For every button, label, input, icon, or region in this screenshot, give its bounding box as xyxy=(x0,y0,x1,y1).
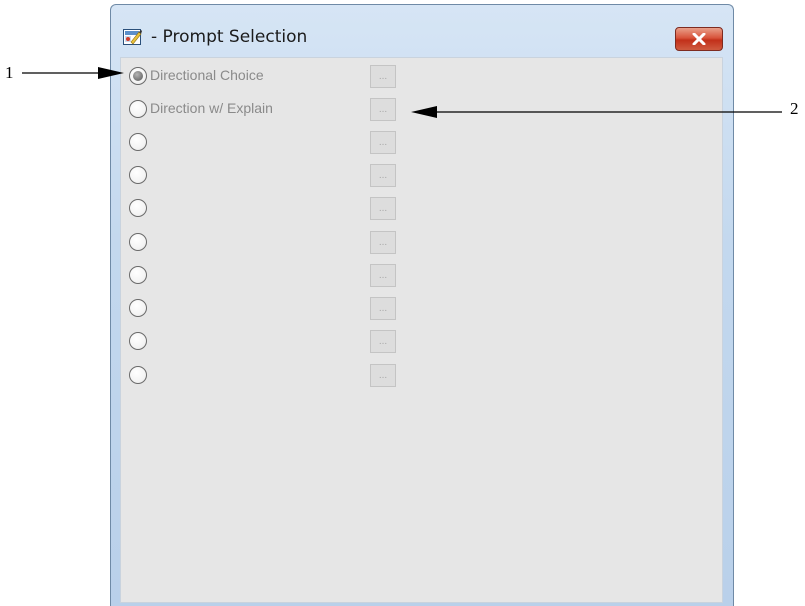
callout-arrows xyxy=(22,67,782,118)
callout-arrow-1 xyxy=(22,67,124,79)
callout-arrow-2 xyxy=(411,106,782,118)
